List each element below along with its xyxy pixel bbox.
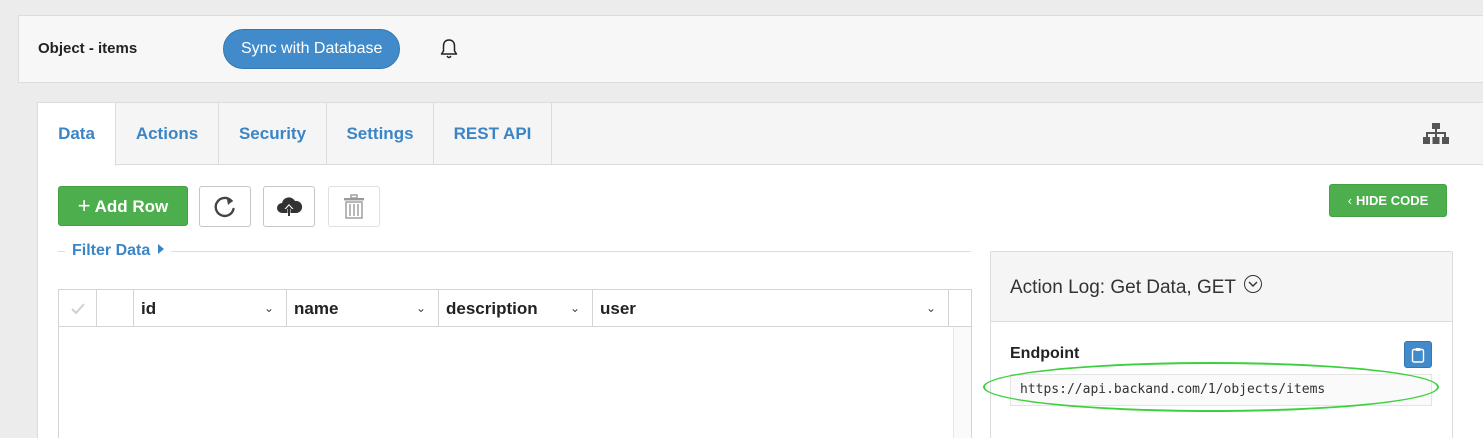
delete-button[interactable] bbox=[328, 186, 380, 227]
filter-data-toggle[interactable]: Filter Data bbox=[65, 242, 172, 260]
hide-code-label: HIDE CODE bbox=[1356, 193, 1429, 208]
upload-button[interactable] bbox=[263, 186, 315, 227]
column-label-name: name bbox=[294, 299, 339, 318]
tab-actions[interactable]: Actions bbox=[116, 103, 219, 165]
grid-header: id ⌄ name ⌄ description ⌄ user ⌄ bbox=[59, 290, 971, 327]
endpoint-label: Endpoint bbox=[1010, 345, 1080, 362]
column-header-name[interactable]: name ⌄ bbox=[287, 290, 439, 327]
refresh-icon bbox=[214, 196, 235, 217]
hierarchy-icon[interactable] bbox=[1423, 123, 1449, 145]
chevron-down-circle-icon[interactable] bbox=[1243, 275, 1262, 293]
trash-icon bbox=[344, 193, 364, 219]
object-header-bar: Object - items Sync with Database bbox=[18, 15, 1483, 83]
column-label-id: id bbox=[141, 299, 157, 318]
filter-divider bbox=[58, 251, 971, 252]
clipboard-icon bbox=[1411, 347, 1425, 363]
caret-right-icon bbox=[158, 244, 165, 254]
chevron-down-icon[interactable]: ⌄ bbox=[416, 290, 426, 327]
action-log-title: Action Log: Get Data, GET bbox=[1010, 277, 1236, 298]
tab-security[interactable]: Security bbox=[219, 103, 327, 165]
endpoint-url[interactable]: https://api.backand.com/1/objects/items bbox=[1010, 374, 1432, 406]
chevron-down-icon[interactable]: ⌄ bbox=[264, 290, 274, 327]
action-log-header[interactable]: Action Log: Get Data, GET bbox=[991, 252, 1452, 322]
data-grid: id ⌄ name ⌄ description ⌄ user ⌄ bbox=[58, 289, 972, 438]
bell-icon[interactable] bbox=[439, 38, 459, 60]
copy-endpoint-button[interactable] bbox=[1404, 341, 1432, 368]
tab-settings[interactable]: Settings bbox=[327, 103, 434, 165]
column-label-description: description bbox=[446, 299, 538, 318]
chevron-down-icon[interactable]: ⌄ bbox=[926, 290, 936, 327]
cloud-upload-icon bbox=[277, 196, 303, 217]
add-row-label: Add Row bbox=[94, 197, 169, 216]
tab-data[interactable]: Data bbox=[38, 103, 116, 166]
plus-icon: + bbox=[77, 193, 91, 218]
tab-bar: Data Actions Security Settings REST API bbox=[38, 103, 1483, 166]
hide-code-button[interactable]: ‹ HIDE CODE bbox=[1329, 184, 1447, 217]
column-header-description[interactable]: description ⌄ bbox=[439, 290, 593, 327]
chevron-down-icon[interactable]: ⌄ bbox=[570, 290, 580, 327]
sync-with-database-button[interactable]: Sync with Database bbox=[223, 29, 401, 69]
check-icon bbox=[71, 303, 85, 315]
object-panel: Data Actions Security Settings REST API … bbox=[37, 102, 1483, 438]
column-header-user[interactable]: user ⌄ bbox=[593, 290, 949, 327]
action-log-panel: Action Log: Get Data, GET Endpoint https… bbox=[990, 251, 1453, 438]
refresh-button[interactable] bbox=[199, 186, 251, 227]
row-number-column bbox=[97, 290, 134, 327]
column-header-id[interactable]: id ⌄ bbox=[134, 290, 287, 327]
select-all-checkbox[interactable] bbox=[59, 290, 97, 327]
tab-rest-api[interactable]: REST API bbox=[434, 103, 552, 165]
object-title: Object - items bbox=[38, 40, 138, 57]
grid-scrollbar[interactable] bbox=[953, 327, 971, 438]
chevron-left-icon: ‹ bbox=[1347, 193, 1353, 208]
column-label-user: user bbox=[600, 299, 636, 318]
add-row-button[interactable]: + Add Row bbox=[58, 186, 188, 226]
filter-data-label: Filter Data bbox=[72, 242, 151, 259]
